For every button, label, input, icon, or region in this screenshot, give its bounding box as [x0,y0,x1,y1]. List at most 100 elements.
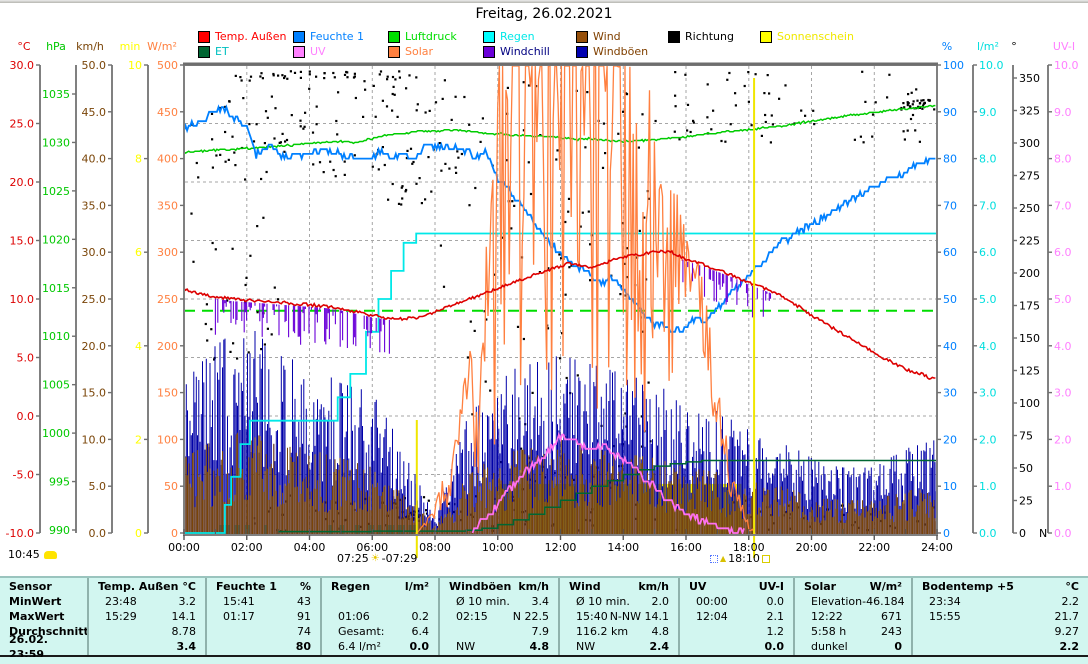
svg-text:1020: 1020 [42,233,70,246]
stat-value: 3.4 [532,594,550,609]
svg-text:5.0: 5.0 [1054,293,1072,306]
stats-cell: 2.2 [913,639,1088,654]
axis-degC: -10.0-5.00.05.010.015.020.025.030.0°C [6,40,40,540]
stat-value: -46.184 [862,594,904,609]
stats-cell: NW 4.8 [440,639,558,654]
svg-text:60: 60 [943,246,957,259]
svg-text:1.0: 1.0 [979,480,997,493]
stats-cell: 12:22671 [795,609,911,624]
svg-text:08:00: 08:00 [419,541,451,554]
svg-text:6: 6 [135,246,142,259]
sensor-name: Temp. Außen [98,579,178,594]
row-label: 26.02. 23:59 [0,639,87,654]
sunset-marker: ▲18:10 [710,552,770,565]
stat-time: 01:17 [216,609,255,624]
svg-text:5.0: 5.0 [979,293,997,306]
svg-text:25.0: 25.0 [10,118,35,131]
stat-value: 74 [297,624,311,639]
sunrise-marker: 07:25☀-07:29 [337,552,417,565]
series-temp-au-en [184,250,935,379]
svg-text:150: 150 [157,387,178,400]
sensor-unit: % [300,579,311,594]
svg-text:4.0: 4.0 [979,340,997,353]
stat-time: NW [449,639,475,654]
sensor-unit: km/h [638,579,669,594]
stat-time: 15:40 [569,609,608,624]
stat-time: 15:29 [98,609,137,624]
svg-text:8: 8 [135,153,142,166]
stats-cell: 116.2 km 4.8 [560,624,678,639]
stats-cell: 15:4143 [207,594,320,609]
stats-cell: Elevation-46.184 [795,594,911,609]
stats-cell: 0.0 [680,639,793,654]
stat-value: 3.2 [179,594,197,609]
svg-text:7.0: 7.0 [979,199,997,212]
svg-text:0.0: 0.0 [89,527,107,540]
uv-swatch-icon [293,46,305,58]
svg-text:300: 300 [157,246,178,259]
sunrise-time: 07:25 [337,552,369,565]
svg-text:8.0: 8.0 [979,153,997,166]
svg-text:20:00: 20:00 [796,541,828,554]
richtung-swatch-icon [668,31,680,43]
sensor-name: Windböen [449,579,511,594]
legend-label: Solar [405,46,433,58]
windchill-swatch-icon [483,46,495,58]
stats-col-solar: SolarW/m²Elevation-46.18412:226715:58 h2… [793,578,911,655]
stats-col-windb-en: Windböenkm/hØ 10 min.3.402:15N 22.57.9NW… [438,578,558,655]
row-label: MaxWert [0,609,87,624]
stat-value: 4.8 [530,639,550,654]
stats-table: SensorMinWertMaxWertDurchschnitt26.02. 2… [0,576,1088,657]
stat-value: 4.8 [652,624,670,639]
svg-text:40.0: 40.0 [82,153,107,166]
svg-text:1010: 1010 [42,330,70,343]
svg-text:5.0: 5.0 [89,480,107,493]
stat-value: 0.0 [767,594,785,609]
svg-text:N: N [1039,527,1047,540]
stats-col-header: Windkm/h [560,579,678,594]
legend-item-wind: Wind [576,31,621,43]
feuchte-1-swatch-icon [293,31,305,43]
svg-text:9.0: 9.0 [1054,106,1072,119]
stat-value: 14.1 [172,609,197,624]
stats-col-header: UVUV-I [680,579,793,594]
stats-cell: NW2.4 [560,639,678,654]
stat-time: 23:34 [922,594,961,609]
legend-label: Windböen [593,46,648,58]
svg-text:50: 50 [943,293,957,306]
stat-time: 116.2 km [569,624,628,639]
stats-col-temp-au-en: Temp. Außen°C23:483.215:2914.18.783.4 [87,578,205,655]
stats-col-bodentemp-5: Bodentemp +5°C23:342.215:5521.79.272.2 [911,578,1088,655]
svg-text:90: 90 [943,106,957,119]
svg-text:2: 2 [135,433,142,446]
creation-time: 10:45 [8,548,57,561]
sensor-unit: °C [182,579,196,594]
svg-text:0.0: 0.0 [979,527,997,540]
stats-cell [322,594,438,609]
svg-text:350: 350 [157,199,178,212]
stats-col-header: SolarW/m² [795,579,911,594]
svg-text:0.0: 0.0 [1054,527,1072,540]
svg-text:1035: 1035 [42,88,70,101]
legend-item-et: ET [198,46,229,58]
solar-swatch-icon [388,46,400,58]
svg-text:995: 995 [49,476,70,489]
svg-text:0: 0 [135,527,142,540]
svg-text:6.0: 6.0 [979,246,997,259]
sunset-square-icon [762,555,770,563]
stats-cell: 15:29 14.1 [89,609,205,624]
legend-item-luftdruck: Luftdruck [388,31,457,43]
svg-text:1000: 1000 [42,427,70,440]
legend-item-temp-au-en: Temp. Außen [198,31,286,43]
stats-cell: 74 [207,624,320,639]
svg-text:20.0: 20.0 [10,176,35,189]
svg-text:15.0: 15.0 [10,235,35,248]
row-label-text: Sensor [9,579,52,594]
svg-text:8.0: 8.0 [1054,153,1072,166]
creation-time-text: 10:45 [8,548,40,561]
chart-legend: Temp. AußenFeuchte 1LuftdruckRegenWindRi… [0,0,1088,70]
legend-item-sonnenschein: Sonnenschein [760,31,854,43]
svg-text:10:00: 10:00 [482,541,514,554]
stats-cell: 23:342.2 [913,594,1088,609]
svg-text:275: 275 [1019,170,1040,183]
